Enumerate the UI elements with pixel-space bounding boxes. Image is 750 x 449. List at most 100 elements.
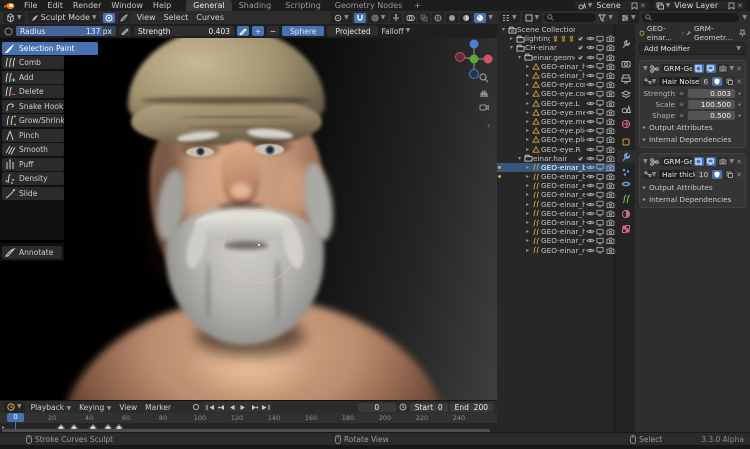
expand-icon[interactable]: ▸	[524, 237, 531, 244]
collapse-icon[interactable]: ▾	[500, 26, 507, 33]
editor-type-button[interactable]: ▼	[3, 12, 25, 23]
expand-icon[interactable]: ▸	[524, 81, 531, 88]
expand-icon[interactable]: ▸	[508, 35, 515, 42]
animate-dot-icon[interactable]: •	[737, 111, 742, 120]
shading-dropdown-icon[interactable]: ▼	[488, 14, 493, 21]
eye-toggle-icon[interactable]	[585, 173, 595, 180]
outliner-row[interactable]: ▸ GEO-eye.menis	[497, 117, 615, 126]
start-frame-field[interactable]: Start 0	[409, 402, 448, 412]
brush-preview-icon[interactable]	[4, 27, 13, 36]
outliner-row[interactable]: ▸ GEO-einar_hair	[497, 200, 615, 209]
eye-toggle-icon[interactable]	[585, 210, 595, 217]
outliner-row[interactable]: ▸ GEO-eye.cornea	[497, 89, 615, 98]
pan-hand-icon[interactable]	[479, 88, 489, 98]
snap-magnet-icon[interactable]	[353, 12, 366, 23]
preview-range-clock-icon[interactable]	[398, 403, 408, 412]
camera-toggle-icon[interactable]	[605, 35, 615, 43]
users-count-badge[interactable]: 6	[701, 77, 711, 86]
camera-toggle-icon[interactable]	[605, 63, 615, 70]
properties-tab-scene[interactable]	[617, 102, 635, 115]
outliner-row[interactable]: ▸ GEO-einar_eyel	[497, 190, 615, 199]
outliner-row[interactable]: ▸ GEO-einar_bear	[497, 162, 615, 172]
camera-toggle-icon[interactable]	[605, 237, 615, 245]
camera-toggle-icon[interactable]	[605, 118, 615, 125]
edit-mode-display-toggle[interactable]	[693, 64, 704, 73]
viewport-menu-curves[interactable]: Curves	[192, 13, 228, 22]
outliner-row[interactable]: ▸ GEO-einar_bear	[497, 172, 615, 181]
pin-icon[interactable]	[739, 29, 746, 37]
expand-icon[interactable]: ▸	[524, 191, 531, 198]
outliner-search-input[interactable]	[544, 13, 597, 22]
fake-user-icon[interactable]	[728, 2, 735, 10]
camera-toggle-icon[interactable]	[605, 127, 615, 134]
outliner-row[interactable]: ▸ lighting	[497, 34, 615, 43]
camera-view-icon[interactable]	[479, 103, 489, 112]
outliner-row[interactable]: ▸ GEO-einar_eyeb	[497, 181, 615, 190]
eye-toggle-icon[interactable]	[585, 201, 595, 208]
fake-user-shield-icon[interactable]	[712, 170, 723, 179]
screen-toggle-icon[interactable]	[595, 209, 605, 217]
eye-toggle-icon[interactable]	[585, 247, 595, 254]
current-frame-field[interactable]: 0	[357, 402, 396, 412]
show-gizmo-icon[interactable]	[390, 12, 403, 23]
tool-density[interactable]: Density	[2, 172, 64, 185]
outliner-row[interactable]: ▾ Scene Collection	[497, 25, 615, 34]
eye-toggle-icon[interactable]	[585, 44, 595, 51]
section-internal-dependencies[interactable]: ▸ Internal Dependencies	[643, 134, 742, 144]
show-overlays-icon[interactable]	[404, 12, 417, 23]
node-group-name[interactable]: Hair Noise	[659, 77, 700, 86]
eye-toggle-icon[interactable]	[585, 63, 595, 70]
camera-toggle-icon[interactable]	[605, 182, 615, 190]
jump-to-end-button[interactable]	[260, 403, 270, 412]
expand-icon[interactable]: ▸	[524, 136, 531, 143]
camera-toggle-icon[interactable]	[605, 72, 615, 79]
viewport-3d[interactable]: ‹ ▼ Sculpt Mode ▼ ViewSelectCurves ▼ ▼	[0, 11, 498, 400]
tool-add[interactable]: Add	[2, 70, 64, 84]
shading-material-icon[interactable]	[460, 12, 473, 23]
navigation-gizmo[interactable]	[452, 37, 496, 81]
menu-render[interactable]: Render	[68, 1, 106, 10]
brush-toggle[interactable]	[117, 12, 130, 23]
tool-annotate[interactable]: Annotate	[2, 245, 62, 259]
collapse-icon[interactable]: ▼	[643, 158, 648, 165]
menu-file[interactable]: File	[19, 1, 42, 10]
outliner-row[interactable]: ▸ GEO-einar_mus	[497, 246, 615, 255]
brush-add-button[interactable]: +	[252, 26, 264, 36]
workspace-tab-shading[interactable]: Shading	[232, 0, 279, 11]
eye-toggle-icon[interactable]	[585, 219, 595, 226]
screen-toggle-icon[interactable]	[595, 99, 605, 107]
duplicate-data-icon[interactable]	[724, 77, 735, 86]
previous-keyframe-button[interactable]	[216, 403, 226, 412]
modifier-extras-icon[interactable]: ▼	[730, 158, 735, 165]
unlink-scene-icon[interactable]: ✕	[640, 2, 646, 10]
scale-value-slider[interactable]: 100.500	[688, 99, 735, 109]
timeline-editor-type-button[interactable]: ▼	[4, 401, 25, 413]
sphere-toggle[interactable]: Sphere	[282, 26, 325, 36]
edit-mode-display-toggle[interactable]	[693, 157, 704, 166]
modifier-header[interactable]: ▼ GRM-Geo... ▼ ✕	[643, 63, 742, 74]
expand-icon[interactable]: ▸	[524, 201, 531, 208]
expand-icon[interactable]: ▸	[524, 146, 531, 153]
screen-toggle-icon[interactable]	[595, 191, 605, 199]
tool-puff[interactable]: Puff	[2, 157, 64, 171]
unlink-icon[interactable]: ✕	[736, 78, 742, 86]
screen-toggle-icon[interactable]	[595, 237, 605, 245]
eye-toggle-icon[interactable]	[585, 164, 595, 171]
expand-icon[interactable]: ▸	[524, 247, 531, 254]
next-keyframe-button[interactable]	[249, 403, 259, 412]
pivot-point-button[interactable]: ▼	[331, 12, 352, 23]
collapse-icon[interactable]: ▾	[508, 44, 515, 51]
viewport-menu-select[interactable]: Select	[160, 13, 193, 22]
viewport-menu-view[interactable]: View	[133, 13, 160, 22]
modifier-extras-icon[interactable]: ▼	[730, 65, 735, 72]
screen-toggle-icon[interactable]	[595, 182, 605, 190]
camera-toggle-icon[interactable]	[605, 219, 615, 226]
add-modifier-button[interactable]: Add Modifier ▼	[639, 42, 746, 55]
screen-toggle-icon[interactable]	[595, 163, 605, 171]
workspace-tab-general[interactable]: General	[186, 0, 232, 11]
proportional-edit-button[interactable]: ▼	[367, 12, 389, 23]
menu-edit[interactable]: Edit	[42, 1, 68, 10]
eye-toggle-icon[interactable]	[585, 228, 595, 235]
expand-icon[interactable]: ▸	[524, 210, 531, 217]
viewport-canvas[interactable]: ‹	[0, 11, 497, 400]
